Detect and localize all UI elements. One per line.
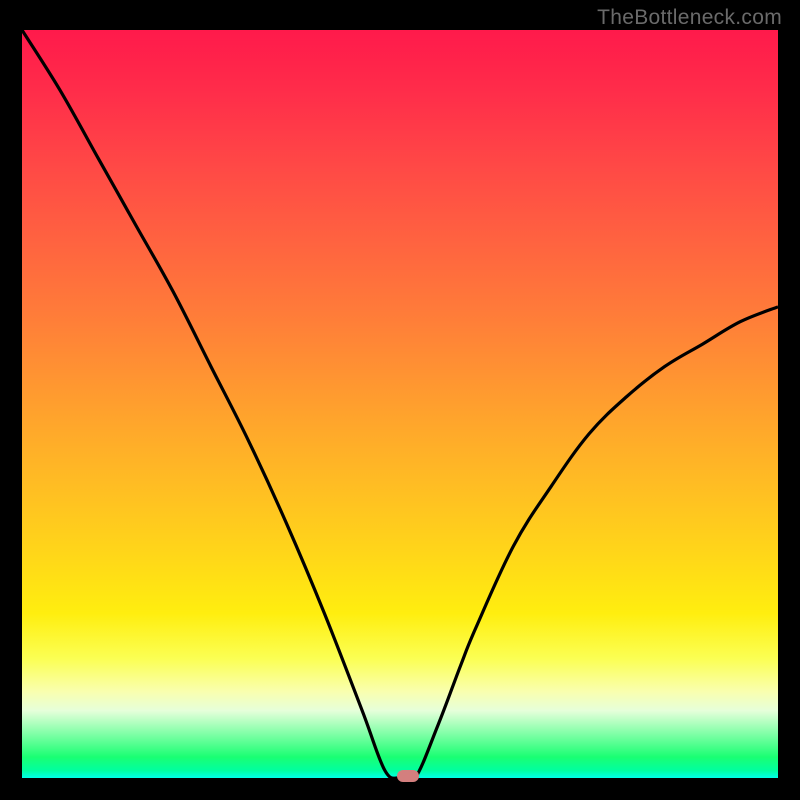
optimum-marker [397,770,419,782]
plot-background-gradient [22,30,778,778]
watermark-text: TheBottleneck.com [597,6,782,30]
